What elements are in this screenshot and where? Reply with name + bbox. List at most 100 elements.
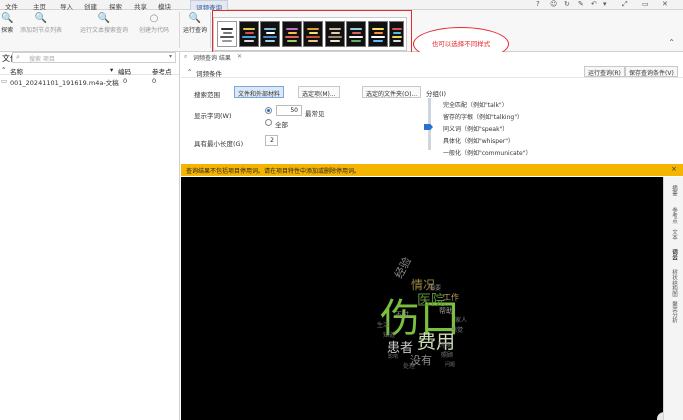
word-cloud-word[interactable]: 影响 [388,355,398,360]
search-icon: 🔍 [1,13,14,24]
column-header-name[interactable]: 名称 [10,66,23,76]
files-panel: 文件 ⌕ 搜索 项目 ▾ ⌃ 名称 ▾ 编码 参考点 ▭ 001_2024110… [0,52,180,420]
sort-down-icon[interactable]: ▾ [110,66,113,74]
tab-word-cloud[interactable]: 词云 [670,249,678,260]
restore-icon[interactable]: ⤢ [622,0,628,9]
refresh-icon[interactable]: ↻ [564,0,570,8]
grouping-option-stemmed[interactable]: 留存的字根（例如"talking"） [443,112,523,121]
word-cloud-word[interactable]: 时候 [439,343,451,349]
query-criteria-title: 词频条件 [196,70,222,78]
top-words-radio[interactable] [265,107,272,114]
grouping-slider-thumb[interactable] [424,124,433,130]
undo-icon[interactable]: ↶ [591,0,597,8]
collapse-ribbon-icon[interactable]: ⌃ [668,38,675,47]
search-dropdown-icon[interactable]: ▾ [169,53,172,60]
word-cloud-word[interactable]: 医院 [417,294,445,308]
sort-up-icon[interactable]: ⌃ [1,66,6,74]
result-view-tabs: 摘要 参考点 文本 词云 树状结构图 聚类分析 [663,177,683,420]
explore-button-label: 探索 [1,27,14,34]
top-words-suffix: 最常见 [305,110,325,118]
collapse-icon[interactable]: ⌃ [187,68,192,76]
column-header-codes[interactable]: 编码 [118,66,131,76]
word-cloud-word[interactable]: 工作 [443,294,459,302]
maximize-icon[interactable]: ▭ [642,0,649,8]
ribbon-separator [210,12,211,48]
run-query-label: 运行查询 [183,27,208,34]
search-icon: ⌕ [16,53,20,61]
query-tab-icon: ⌕ [184,53,188,60]
word-cloud-word[interactable]: 生活 [377,323,389,329]
tab-reference[interactable]: 参考点 [670,207,678,224]
help-icon[interactable]: ? [536,0,540,8]
word-cloud-word[interactable]: 处理 [403,364,415,370]
column-header-references[interactable]: 参考点 [152,66,172,76]
warning-text: 查询结果不包括项目停用词。请在项目特性中添加或删除停用词。 [186,168,361,175]
display-words-label: 显示字词(W) [194,112,232,120]
document-tab-strip: ⌕ 词频查询 结果 ✕ [181,52,683,62]
word-cloud-word[interactable]: 知道 [383,333,395,339]
explore-button[interactable]: 🔍 探索 [1,13,13,34]
add-to-node-list-label: 添加到节点列表 [20,27,63,34]
run-query-button[interactable]: 🔍 运行查询 [183,13,207,34]
grouping-label: 分组(I) [426,90,446,98]
tab-word-frequency-query[interactable]: 词频查询 [190,0,228,12]
search-icon: 🔍 [188,13,202,24]
min-length-label: 具有最小长度(G) [194,140,244,148]
ribbon-tab-bar: 文件 主页 导入 创建 探索 共享 模块 词频查询 ? ☺ ↻ ✎ ↶ ▾ ⤢ … [0,0,683,12]
word-cloud-word[interactable]: 家人 [455,318,467,324]
quick-access-dropdown-icon[interactable]: ▾ [603,0,607,8]
run-text-search-button[interactable]: 🔍 运行文本搜索查询 [80,13,128,34]
grouping-option-specializations[interactable]: 具体化（例如"whisper"） [443,136,514,145]
word-cloud-word[interactable]: 需要 [429,286,441,292]
save-query-criteria-button[interactable]: 保存查询条件(V) [625,66,678,77]
files-table-header: ⌃ 名称 ▾ 编码 参考点 [0,65,179,76]
files-search-placeholder: 搜索 项目 [29,56,55,63]
word-cloud-word[interactable]: 经验 [392,255,414,281]
files-search-input[interactable]: ⌕ 搜索 项目 ▾ [12,52,176,63]
create-as-code-button[interactable]: ○ 创建为代码 [139,13,169,34]
search-in-files-button[interactable]: 文件和外部材料 [234,86,285,98]
edit-icon[interactable]: ✎ [578,0,584,8]
run-query-button[interactable]: 运行查询(R) [584,66,625,77]
word-cloud-canvas: 伤口 费用 医院 情况 经验 患者 没有 工作 不过 帮助 家人 知道 时候 感… [181,177,663,420]
gallery-highlight-box [212,10,412,53]
tab-cluster-analysis[interactable]: 聚类分析 [670,301,678,323]
run-text-search-label: 运行文本搜索查询 [80,27,129,34]
file-references: 0 [152,77,157,85]
grouping-option-exact[interactable]: 完全匹配（例如"talk"） [443,100,508,109]
grouping-option-generalizations[interactable]: 一般化（例如"communicate"） [443,148,531,157]
word-cloud-word[interactable]: 不过 [395,312,409,319]
query-result-tab[interactable]: 词频查询 结果 [193,53,231,62]
all-words-label: 全部 [275,121,288,129]
table-row[interactable]: ▭ 001_20241101_191619.m4a-文稿 0 0 [0,76,179,87]
word-cloud-word[interactable]: 帮助 [439,308,453,315]
stop-words-warning-bar: 查询结果不包括项目停用词。请在项目特性中添加或删除停用词。 × [181,164,683,176]
account-icon[interactable]: ☺ [550,0,557,8]
query-criteria-header: ⌃ 词频条件 运行查询(R) 保存查询条件(V) [181,66,683,78]
circle-icon: ○ [149,13,159,24]
search-in-selected-folders-button[interactable]: 选定的文件夹(O)... [362,86,422,98]
tab-text[interactable]: 文本 [670,229,678,240]
search-icon: 🔍 [34,13,48,24]
min-length-input[interactable]: 2 [265,135,278,146]
file-codes: 0 [123,77,128,85]
tab-summary[interactable]: 摘要 [670,185,678,196]
search-icon: 🔍 [97,13,111,24]
grouping-option-synonyms[interactable]: 同义词（例如"speak"） [443,124,508,133]
close-warning-icon[interactable]: × [671,165,677,173]
document-icon: ▭ [1,77,8,85]
create-as-code-label: 创建为代码 [139,27,170,34]
word-cloud-word[interactable]: 照顾 [441,353,453,359]
add-to-node-list-button[interactable]: 🔍 添加到节点列表 [20,13,62,34]
word-cloud-word[interactable]: 问题 [445,363,455,368]
tab-tree-map[interactable]: 树状结构图 [670,269,678,297]
all-words-radio[interactable] [265,119,272,126]
word-cloud-word[interactable]: 感觉 [451,328,463,334]
ribbon-separator [179,12,180,48]
top-words-count-input[interactable]: 50 [276,105,302,116]
close-tab-icon[interactable]: ✕ [237,53,242,60]
file-name[interactable]: 001_20241101_191619.m4a-文稿 [10,77,119,87]
search-in-label: 搜索范围 [194,91,220,99]
close-icon[interactable]: ✕ [662,0,668,8]
search-in-selected-items-button[interactable]: 选定项(M)... [298,86,340,98]
